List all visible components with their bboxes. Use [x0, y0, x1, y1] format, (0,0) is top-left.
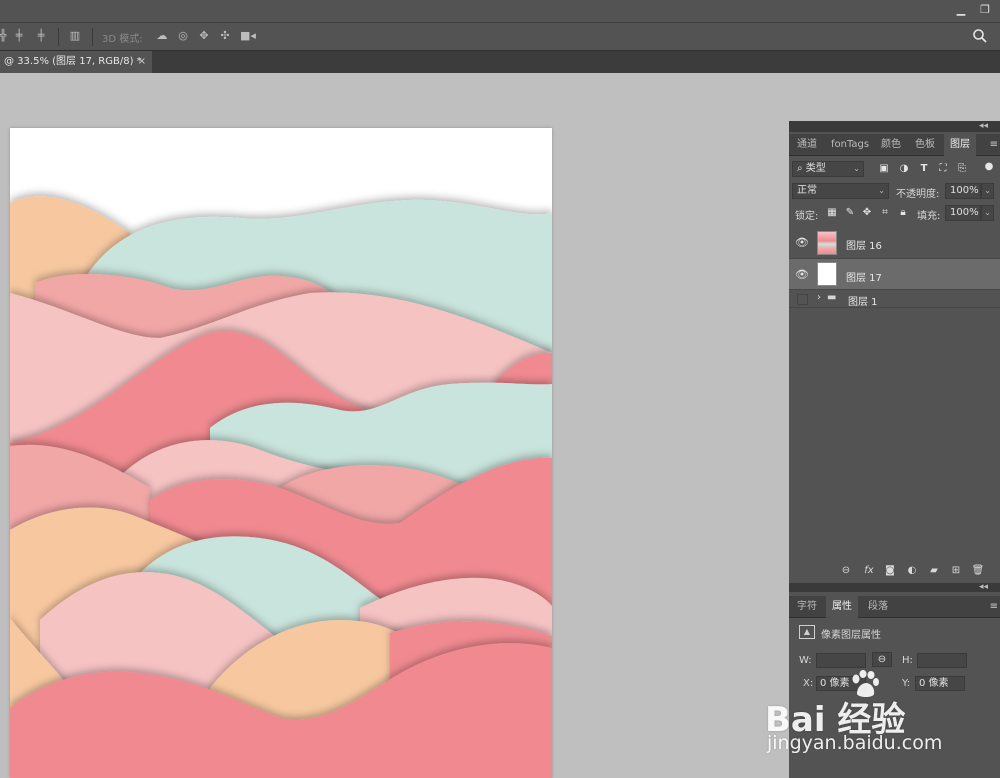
lock-row: 锁定: ▦ ✎ ✥ ⌗ 🔒︎ 填充: 100% ⌄ [789, 203, 1000, 223]
shape-filter-icon[interactable]: ⛶ [936, 162, 950, 176]
blend-mode-dropdown[interactable]: 正常 ⌄ [792, 183, 889, 199]
group-folder-icon[interactable]: ▰ [927, 564, 941, 578]
properties-panel-tabs: 字符 属性 段落 ≡ [789, 596, 1000, 618]
panel-divider: ◂◂ [789, 583, 1000, 592]
restore-icon[interactable]: ❐ [975, 2, 995, 18]
trash-icon[interactable]: 🗑︎ [971, 564, 985, 578]
panel-menu-icon[interactable]: ≡ [990, 139, 998, 150]
filter-toggle-icon[interactable]: ● [982, 160, 996, 174]
pixel-layer-icon: ▲ [799, 625, 815, 639]
lock-all-icon[interactable]: 🔒︎ [896, 206, 910, 220]
chevron-down-icon: ⌄ [853, 164, 860, 173]
properties-header: ▲ 像素图层属性 [789, 621, 1000, 643]
lock-label: 锁定: [795, 211, 819, 222]
tab-character[interactable]: 字符 [791, 596, 823, 618]
panel-menu-icon[interactable]: ≡ [990, 601, 998, 612]
new-layer-icon[interactable]: ⊞ [949, 564, 963, 578]
mode-3d-label: 3D 模式: [102, 34, 143, 45]
filter-kind-value: 类型 [805, 163, 826, 174]
tab-swatches[interactable]: 色板 [909, 134, 941, 156]
lock-transparent-icon[interactable]: ▦ [825, 206, 839, 220]
lock-artboard-icon[interactable]: ⌗ [878, 206, 892, 220]
search-icon[interactable] [972, 28, 988, 44]
layers-footer: ⊖ fx ◙ ◐ ▰ ⊞ 🗑︎ [789, 562, 1000, 580]
properties-title: 像素图层属性 [821, 630, 881, 641]
opacity-input[interactable]: 100% [945, 183, 981, 199]
distribute-icon[interactable]: ╪ [12, 29, 26, 43]
filter-kind-dropdown[interactable]: ⌕ 类型 ⌄ [792, 161, 864, 177]
separator [58, 28, 59, 46]
lock-move-icon[interactable]: ✥ [860, 206, 874, 220]
tab-channels[interactable]: 通道 [791, 134, 823, 156]
smartobject-filter-icon[interactable]: ⎘ [955, 162, 969, 176]
document-tab-title: @ 33.5% (图层 17, RGB/8) * [4, 56, 142, 67]
mask-icon[interactable]: ◙ [883, 564, 897, 578]
layer-row-selected[interactable]: 👁︎ 图层 17 [789, 259, 1000, 290]
title-bar: ▁ ❐ [0, 0, 1000, 22]
options-bar: ╬ ╪ ╪ ▥ 3D 模式: ☁ ◎ ✥ ✣ ■◂ [0, 22, 1000, 51]
fill-input[interactable]: 100% [945, 205, 981, 221]
visibility-eye-icon[interactable]: 👁︎ [795, 269, 809, 280]
folder-icon: ▬ [827, 292, 837, 303]
layer-name: 图层 17 [846, 273, 882, 284]
layer-group-row[interactable]: › ▬ 图层 1 [789, 290, 1000, 308]
tab-paragraph[interactable]: 段落 [862, 596, 894, 618]
pixel-filter-icon[interactable]: ▣ [877, 162, 891, 176]
height-input[interactable] [917, 653, 967, 668]
blend-mode-value: 正常 [797, 185, 817, 196]
layer-name: 图层 1 [848, 297, 878, 308]
collapse-icon[interactable]: ◂◂ [979, 583, 988, 592]
arrange-icon[interactable]: ▥ [68, 29, 82, 43]
adjustment-layer-icon[interactable]: ◐ [905, 564, 919, 578]
fill-label: 填充: [917, 211, 941, 222]
fill-chevron-icon[interactable]: ⌄ [981, 205, 994, 221]
opacity-label: 不透明度: [896, 189, 940, 200]
h-label: H: [902, 655, 913, 666]
size-row: W: ⊖ H: [789, 651, 1000, 671]
blend-row: 正常 ⌄ 不透明度: 100% ⌄ [789, 181, 1000, 201]
align-icon[interactable]: ╬ [0, 29, 10, 43]
distribute-icon[interactable]: ╪ [34, 29, 48, 43]
orbit-3d-icon[interactable]: ☁ [155, 29, 169, 43]
watermark-url: jingyan.baidu.com [767, 732, 943, 754]
visibility-eye-icon[interactable]: 👁︎ [795, 237, 809, 248]
collapse-icon[interactable]: ◂◂ [979, 121, 988, 132]
camera-3d-icon[interactable]: ■◂ [240, 29, 256, 43]
tab-color[interactable]: 颜色 [875, 134, 907, 156]
chevron-right-icon[interactable]: › [817, 292, 821, 303]
layer-thumbnail [817, 231, 837, 255]
fx-icon[interactable]: fx [862, 564, 876, 578]
roll-3d-icon[interactable]: ◎ [176, 29, 190, 43]
visibility-toggle-empty[interactable] [797, 294, 808, 305]
layer-name: 图层 16 [846, 241, 882, 252]
chevron-down-icon: ⌄ [878, 186, 885, 195]
separator [92, 28, 93, 46]
link-icon[interactable]: ⊖ [872, 652, 892, 667]
canvas-artwork[interactable] [10, 128, 552, 778]
baidu-watermark: Bai 经验 jingyan.baidu.com [765, 670, 1000, 770]
type-filter-icon[interactable]: T [917, 162, 931, 176]
layer-row[interactable]: 👁︎ 图层 16 [789, 227, 1000, 259]
drag-3d-icon[interactable]: ✥ [197, 29, 211, 43]
document-tab-bar: @ 33.5% (图层 17, RGB/8) * × [0, 51, 1000, 73]
document-tab[interactable]: @ 33.5% (图层 17, RGB/8) * × [0, 51, 152, 73]
layer-thumbnail [817, 262, 837, 286]
tab-fontags[interactable]: fonTags [825, 134, 875, 156]
opacity-chevron-icon[interactable]: ⌄ [981, 183, 994, 199]
panel-dock-strip: ◂◂ [789, 121, 1000, 132]
adjustment-filter-icon[interactable]: ◑ [897, 162, 911, 176]
layers-panel-tabs: 通道 fonTags 颜色 色板 图层 ≡ [789, 134, 1000, 156]
link-icon[interactable]: ⊖ [839, 564, 853, 578]
close-icon[interactable]: × [138, 51, 146, 73]
minimize-icon[interactable]: ▁ [951, 2, 971, 18]
tab-layers[interactable]: 图层 [944, 134, 976, 156]
tab-properties[interactable]: 属性 [826, 596, 858, 618]
search-icon: ⌕ [797, 163, 806, 174]
layer-filter-row: ⌕ 类型 ⌄ ▣ ◑ T ⛶ ⎘ ● [789, 159, 1000, 179]
slide-3d-icon[interactable]: ✣ [218, 29, 232, 43]
lock-paint-icon[interactable]: ✎ [843, 206, 857, 220]
width-input[interactable] [816, 653, 866, 668]
w-label: W: [799, 655, 812, 666]
